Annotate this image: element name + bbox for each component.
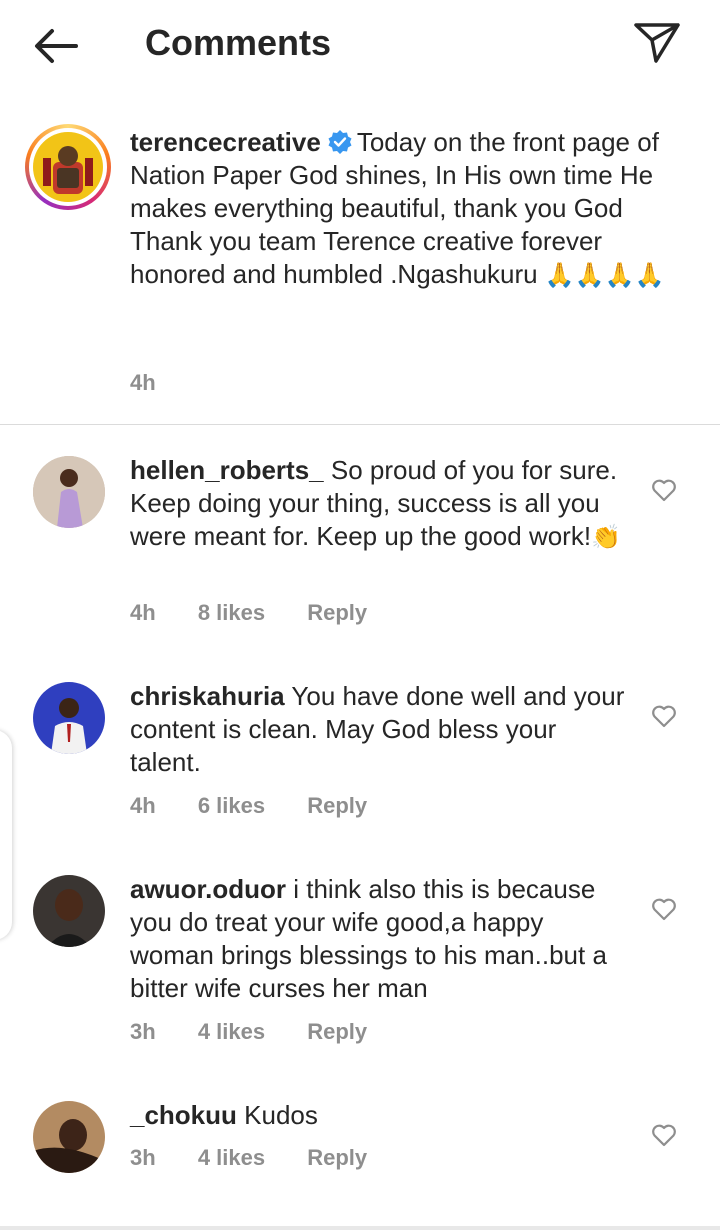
reply-button[interactable]: Reply xyxy=(307,1145,367,1170)
comment-meta: 3h 4 likes Reply xyxy=(130,1019,403,1045)
heart-icon[interactable] xyxy=(651,897,677,921)
comment-meta: 3h 4 likes Reply xyxy=(130,1145,403,1171)
verified-badge-icon xyxy=(328,130,352,154)
avatar[interactable] xyxy=(33,456,105,528)
comment-meta: 4h 6 likes Reply xyxy=(130,793,403,819)
comment-likes[interactable]: 4 likes xyxy=(198,1145,265,1170)
edge-panel-handle[interactable] xyxy=(0,730,12,940)
story-ring[interactable] xyxy=(25,124,111,210)
header: Comments xyxy=(0,0,720,92)
comment-likes[interactable]: 8 likes xyxy=(198,600,265,625)
caption-body-2: Thank you team Terence creative forever … xyxy=(130,226,603,289)
comment-username[interactable]: _chokuu xyxy=(130,1100,237,1130)
heart-icon[interactable] xyxy=(651,1123,677,1147)
avatar[interactable] xyxy=(33,875,105,947)
comment-time: 3h xyxy=(130,1019,156,1044)
comment-text: chriskahuria You have done well and your… xyxy=(130,680,630,779)
comment-meta: 4h 8 likes Reply xyxy=(130,600,403,626)
caption-time: 4h xyxy=(130,370,156,395)
comment-time: 4h xyxy=(130,793,156,818)
avatar[interactable] xyxy=(33,682,105,754)
comment-username[interactable]: hellen_roberts_ xyxy=(130,455,324,485)
comment-username[interactable]: chriskahuria xyxy=(130,681,285,711)
praying-hands-emoji: 🙏🙏🙏🙏 xyxy=(544,262,665,289)
reply-button[interactable]: Reply xyxy=(307,600,367,625)
reply-button[interactable]: Reply xyxy=(307,793,367,818)
heart-icon[interactable] xyxy=(651,704,677,728)
divider xyxy=(0,424,720,425)
arrow-left-icon xyxy=(35,29,78,63)
page-title: Comments xyxy=(145,22,332,63)
comment-username[interactable]: awuor.oduor xyxy=(130,874,286,904)
avatar[interactable] xyxy=(33,1101,105,1173)
share-button[interactable] xyxy=(632,20,682,66)
caption-username[interactable]: terencecreative xyxy=(130,127,321,157)
comment-time: 3h xyxy=(130,1145,156,1170)
paper-plane-icon xyxy=(634,23,680,63)
caption-text: terencecreative Today on the front page … xyxy=(130,126,700,292)
back-button[interactable] xyxy=(30,26,82,66)
heart-icon[interactable] xyxy=(651,478,677,502)
comment-body: Kudos xyxy=(244,1100,318,1130)
comment-likes[interactable]: 4 likes xyxy=(198,1019,265,1044)
reply-button[interactable]: Reply xyxy=(307,1019,367,1044)
comment-text: awuor.oduor i think also this is because… xyxy=(130,873,630,1005)
bottom-divider xyxy=(0,1226,720,1230)
comment-text: hellen_roberts_ So proud of you for sure… xyxy=(130,454,630,554)
comment-text: _chokuu Kudos xyxy=(130,1099,630,1132)
avatar xyxy=(33,132,103,202)
comment-likes[interactable]: 6 likes xyxy=(198,793,265,818)
clapping-hands-emoji: 👏 xyxy=(591,524,621,551)
comment-time: 4h xyxy=(130,600,156,625)
